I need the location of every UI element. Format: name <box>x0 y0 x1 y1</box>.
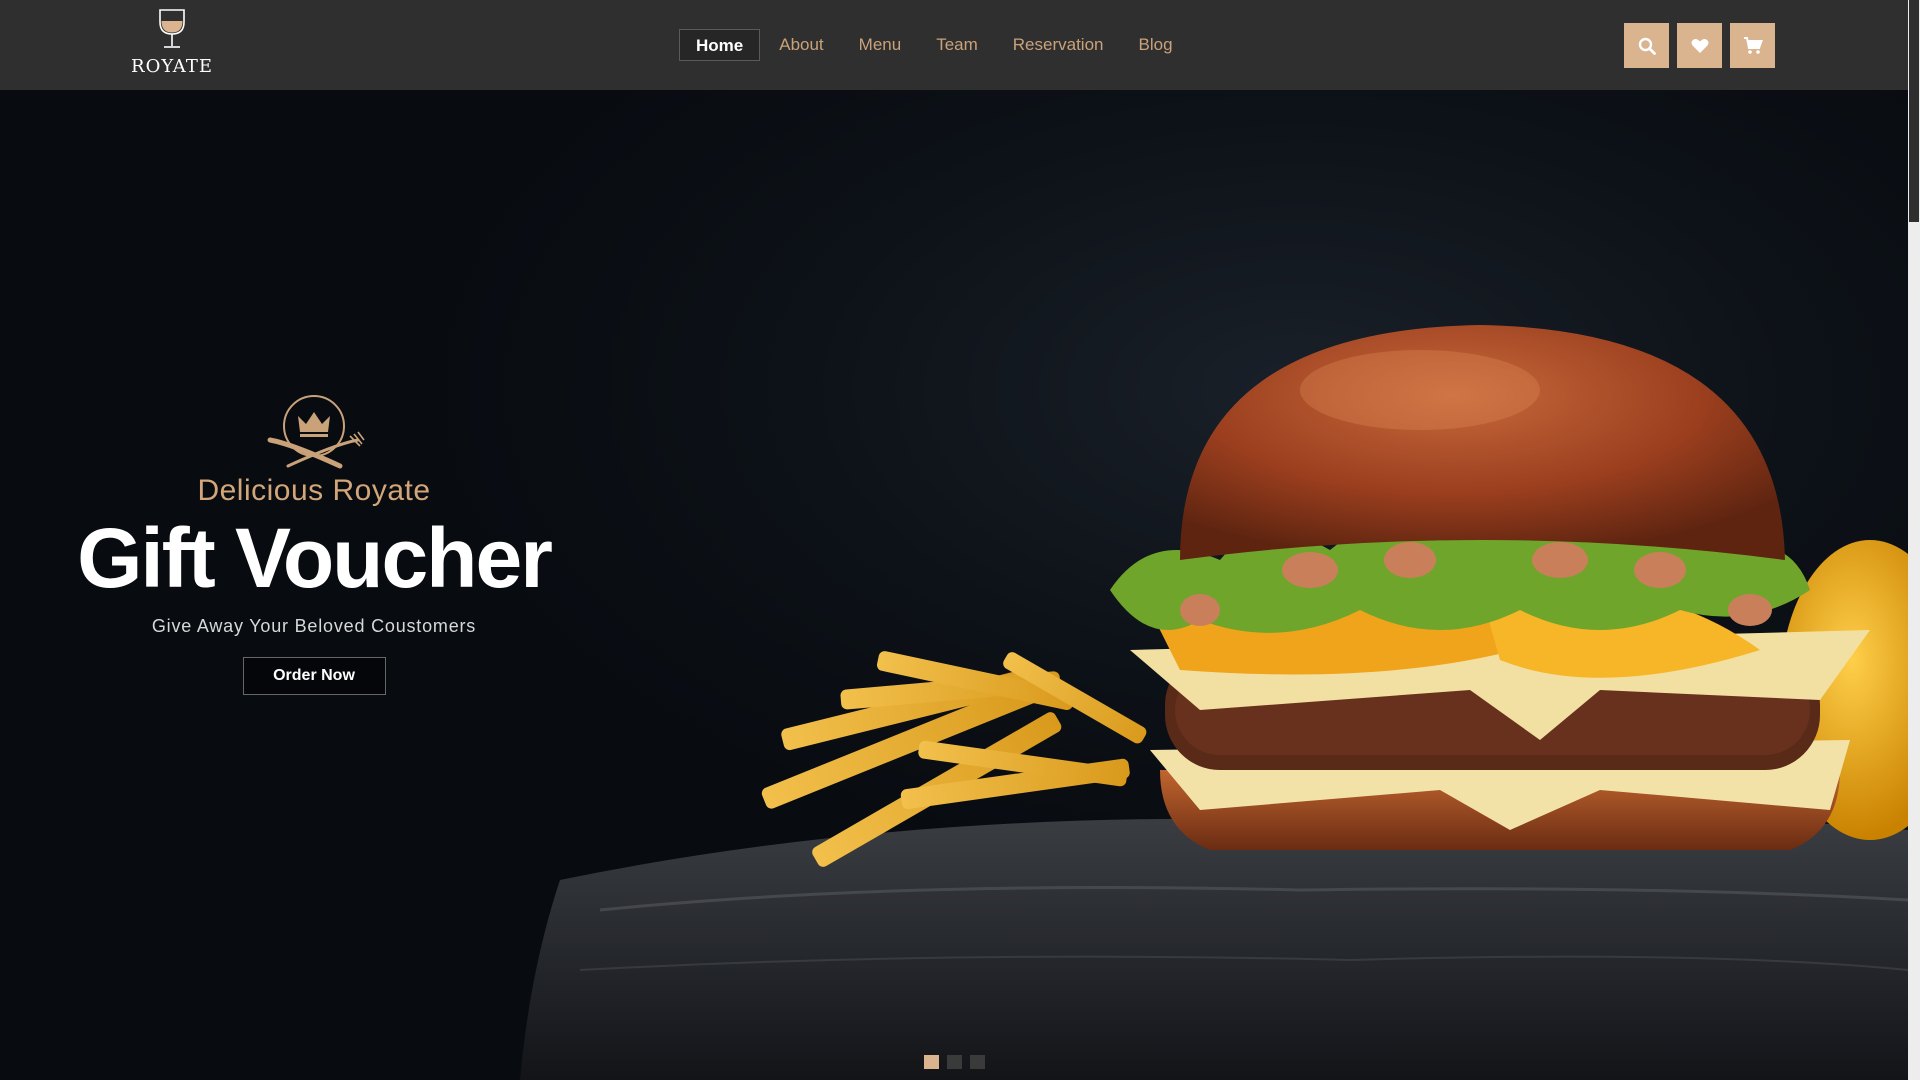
brand-name: ROYATE <box>131 56 213 77</box>
nav-item-team[interactable]: Team <box>920 29 994 61</box>
cart-icon <box>1743 36 1763 54</box>
search-icon <box>1638 37 1656 55</box>
slider-dot-2[interactable] <box>947 1055 962 1069</box>
slider-dots <box>924 1055 985 1069</box>
hero-subtitle: Delicious Royate <box>197 474 431 507</box>
hero-description: Give Away Your Beloved Coustomers <box>151 616 477 636</box>
main-nav: Home About Menu Team Reservation Blog <box>679 29 1192 61</box>
nav-item-reservation[interactable]: Reservation <box>997 29 1120 61</box>
scrollbar-thumb[interactable] <box>1909 0 1919 222</box>
brand-logo[interactable]: ROYATE <box>130 8 214 84</box>
nav-item-menu[interactable]: Menu <box>843 29 918 61</box>
hero-content: Delicious Royate Gift Voucher Give Away … <box>60 388 568 695</box>
nav-item-home[interactable]: Home <box>679 29 761 61</box>
search-button[interactable] <box>1624 23 1669 68</box>
site-header: ROYATE Home About Menu Team Reservation … <box>0 0 1908 90</box>
order-now-button[interactable]: Order Now <box>242 657 386 695</box>
hero-title: Gift Voucher <box>77 511 553 605</box>
header-actions <box>1624 23 1775 68</box>
heart-icon <box>1691 38 1708 53</box>
cart-button[interactable] <box>1730 23 1775 68</box>
crown-cutlery-icon <box>267 395 365 469</box>
slider-dot-3[interactable] <box>970 1055 985 1069</box>
wishlist-button[interactable] <box>1677 23 1722 68</box>
nav-item-blog[interactable]: Blog <box>1123 29 1189 61</box>
wine-glass-icon <box>159 9 185 48</box>
hero-slider: Delicious Royate Gift Voucher Give Away … <box>0 90 1908 1080</box>
nav-item-about[interactable]: About <box>763 29 839 61</box>
page: ROYATE Home About Menu Team Reservation … <box>0 0 1920 1080</box>
page-scrollbar[interactable] <box>1908 0 1920 1080</box>
slider-dot-1[interactable] <box>924 1055 939 1069</box>
